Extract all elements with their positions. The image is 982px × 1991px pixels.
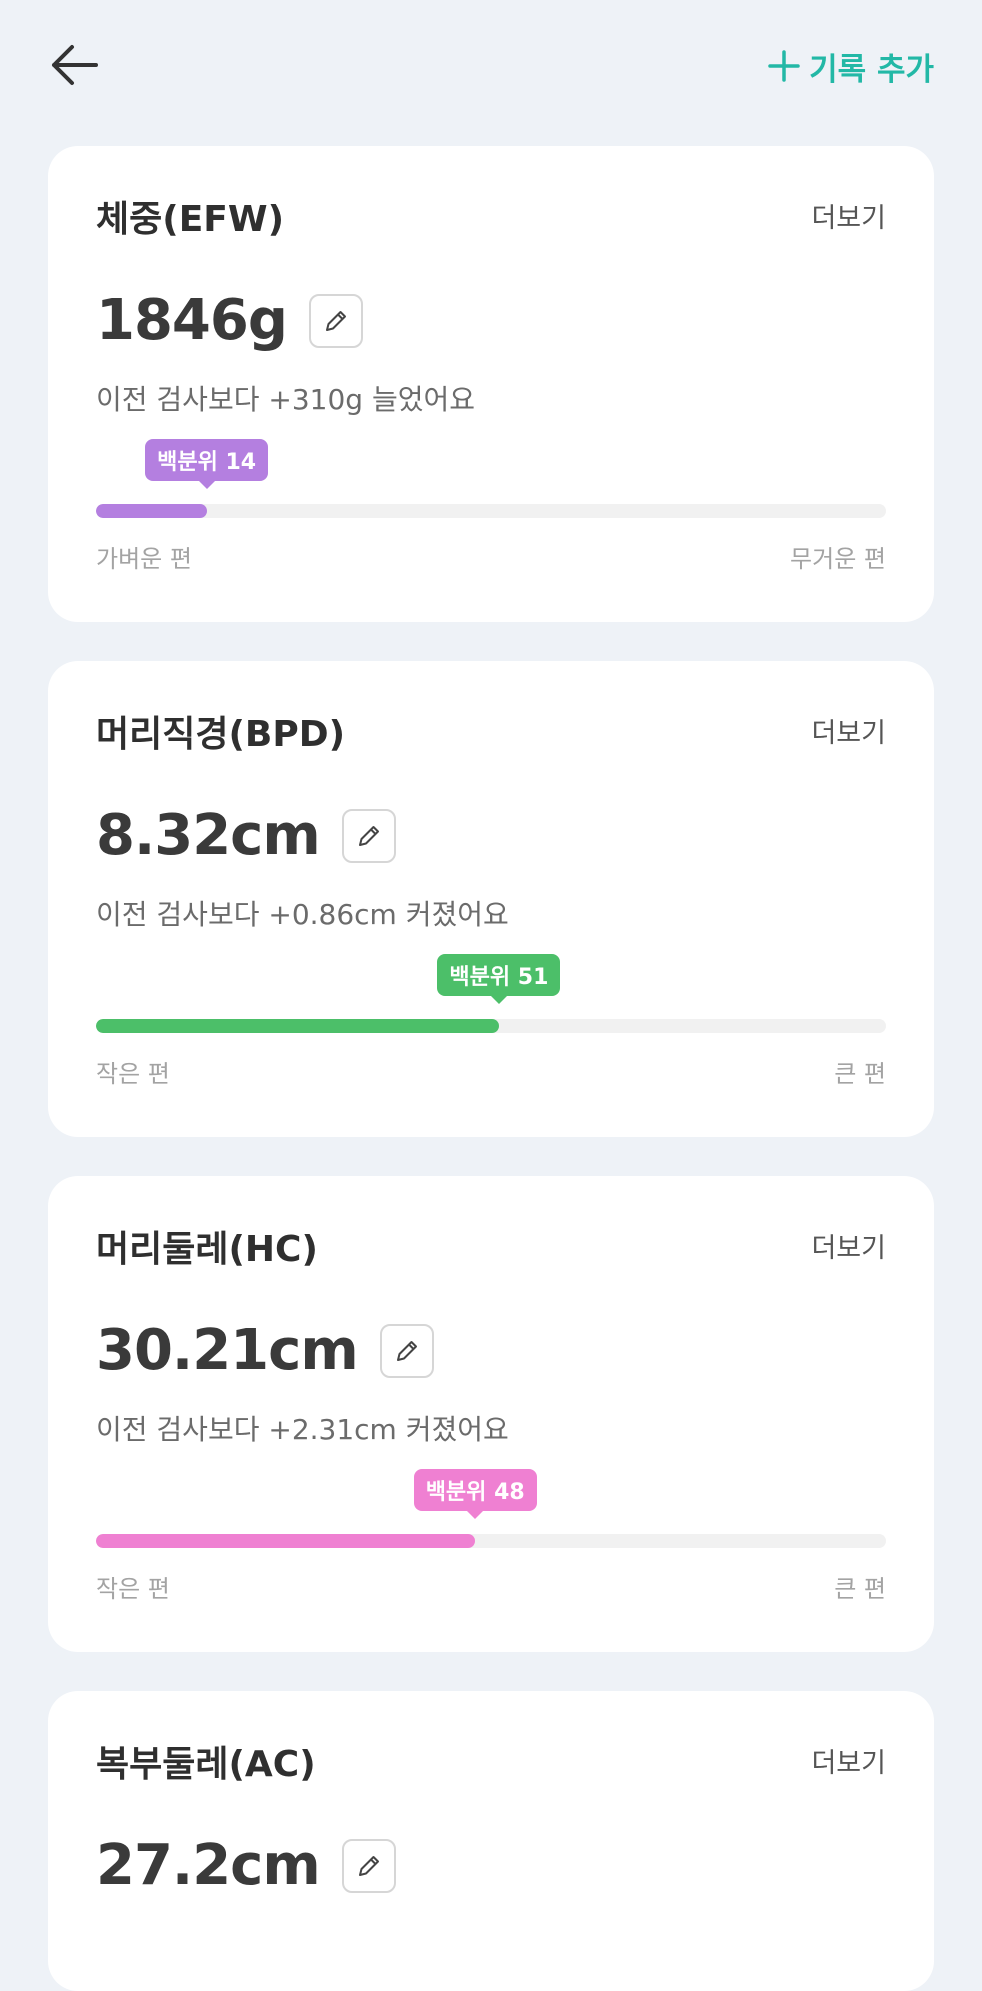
scale-right-label: 큰 편 <box>834 1575 886 1603</box>
scale-left-label: 작은 편 <box>96 1575 170 1603</box>
percentile-badge: 백분위 51 <box>437 954 561 1004</box>
edit-button[interactable] <box>308 293 363 348</box>
efw-card: 체중(EFW) 더보기 1846g 이전 검사보다 +310g 늘었어요 백분위… <box>48 146 934 622</box>
measurement-value: 1846g <box>96 288 288 353</box>
card-title: 복부둘레(AC) <box>96 1744 316 1785</box>
percentile-badge: 백분위 14 <box>145 439 269 489</box>
percentile-fill <box>96 504 207 518</box>
ac-card: 복부둘레(AC) 더보기 27.2cm <box>48 1691 934 1991</box>
more-button[interactable]: 더보기 <box>811 1741 886 1780</box>
edit-button[interactable] <box>341 1838 396 1893</box>
pencil-icon <box>396 1340 417 1361</box>
card-title: 체중(EFW) <box>96 199 285 240</box>
scale-right-label: 무거운 편 <box>790 545 886 573</box>
edit-button[interactable] <box>379 1323 434 1378</box>
measurement-value: 27.2cm <box>96 1833 321 1898</box>
more-button[interactable]: 더보기 <box>811 1226 886 1265</box>
measurement-value: 8.32cm <box>96 803 321 868</box>
comparison-text: 이전 검사보다 +310g 늘었어요 <box>96 383 475 416</box>
pencil-icon <box>325 310 346 331</box>
scale-left-label: 작은 편 <box>96 1060 170 1088</box>
back-button[interactable] <box>46 40 106 90</box>
comparison-text: 이전 검사보다 +0.86cm 커졌어요 <box>96 898 509 931</box>
more-button[interactable]: 더보기 <box>811 711 886 750</box>
add-record-button[interactable]: 기록 추가 <box>767 42 934 90</box>
value-row: 1846g <box>96 288 363 353</box>
comparison-text: 이전 검사보다 +2.31cm 커졌어요 <box>96 1413 509 1446</box>
scale-left-label: 가벼운 편 <box>96 545 192 573</box>
more-button[interactable]: 더보기 <box>811 196 886 235</box>
percentile-track <box>96 1534 886 1548</box>
pencil-icon <box>358 825 379 846</box>
card-title: 머리둘레(HC) <box>96 1229 318 1270</box>
percentile-track <box>96 1019 886 1033</box>
value-row: 30.21cm <box>96 1318 434 1383</box>
bpd-card: 머리직경(BPD) 더보기 8.32cm 이전 검사보다 +0.86cm 커졌어… <box>48 661 934 1137</box>
top-bar: 기록 추가 <box>0 0 982 130</box>
add-record-label: 기록 추가 <box>809 51 934 88</box>
value-row: 8.32cm <box>96 803 396 868</box>
plus-icon <box>768 50 800 82</box>
card-title: 머리직경(BPD) <box>96 714 346 755</box>
hc-card: 머리둘레(HC) 더보기 30.21cm 이전 검사보다 +2.31cm 커졌어… <box>48 1176 934 1652</box>
scale-right-label: 큰 편 <box>834 1060 886 1088</box>
percentile-fill <box>96 1534 476 1548</box>
arrow-left-icon <box>52 45 98 85</box>
pencil-icon <box>358 1855 379 1876</box>
percentile-fill <box>96 1019 499 1033</box>
edit-button[interactable] <box>341 808 396 863</box>
percentile-badge: 백분위 48 <box>413 1469 537 1519</box>
value-row: 27.2cm <box>96 1833 396 1898</box>
measurement-value: 30.21cm <box>96 1318 359 1383</box>
percentile-track <box>96 504 886 518</box>
